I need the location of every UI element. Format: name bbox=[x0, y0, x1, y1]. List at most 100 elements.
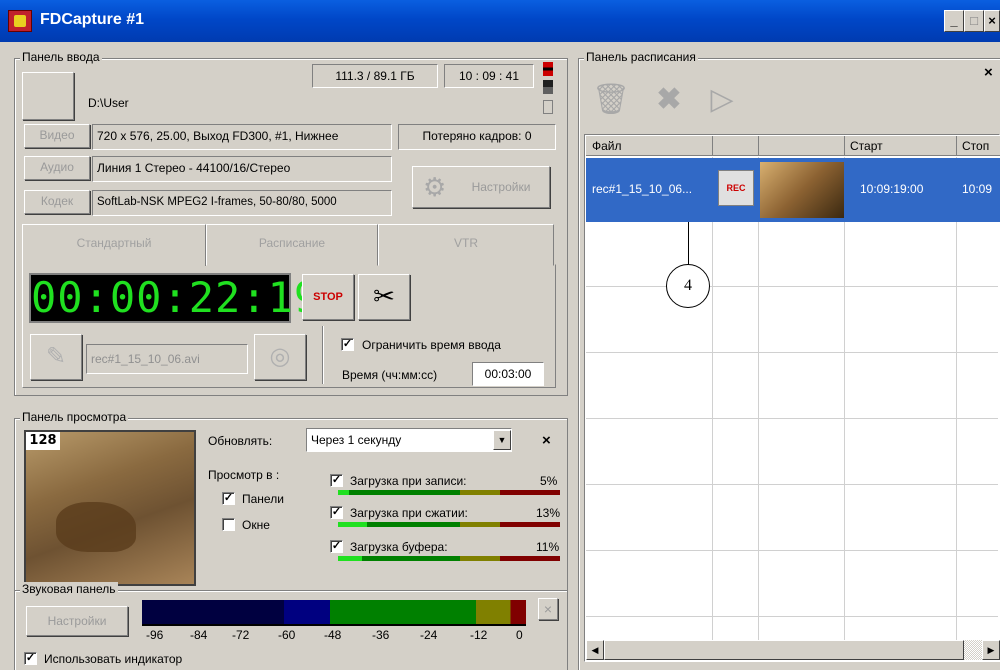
frame-number: 128 bbox=[26, 432, 60, 450]
settings-button[interactable]: ⚙ Настройки bbox=[412, 166, 550, 208]
panel-checkbox[interactable]: ✓ bbox=[222, 492, 235, 505]
grid-line bbox=[586, 484, 998, 485]
video-value: 720 x 576, 25.00, Выход FD300, #1, Нижне… bbox=[92, 124, 392, 150]
title-bar[interactable]: FDCapture #1 _ □ × bbox=[0, 0, 1000, 42]
close-icon[interactable]: × bbox=[984, 10, 1000, 32]
scroll-right-icon[interactable]: ▶ bbox=[982, 640, 1000, 660]
grid-line bbox=[586, 352, 998, 353]
scale-label: -36 bbox=[372, 628, 390, 642]
preview-thumbnail: 128 bbox=[24, 430, 196, 586]
load-buffer-fill bbox=[338, 556, 363, 561]
play-arrow-icon[interactable]: ▷ bbox=[702, 80, 742, 120]
row-stop: 10:09 bbox=[962, 182, 993, 196]
window-option: Окне bbox=[242, 518, 270, 532]
video-button[interactable]: Видео bbox=[24, 124, 90, 148]
load-record-pct: 5% bbox=[540, 474, 558, 488]
grid-line bbox=[758, 157, 759, 640]
col-start[interactable]: Старт bbox=[850, 139, 883, 153]
audio-panel-label: Звуковая панель bbox=[20, 582, 118, 596]
lion-shape bbox=[56, 502, 136, 552]
col-stop[interactable]: Стоп bbox=[962, 139, 989, 153]
load-buffer-meter bbox=[338, 556, 560, 561]
load-record-fill bbox=[338, 490, 350, 495]
camera-stop-icon[interactable]: STOP bbox=[302, 274, 354, 320]
panel-option: Панели bbox=[242, 492, 284, 506]
audio-level-meter bbox=[142, 600, 526, 624]
status-led-icon bbox=[543, 62, 553, 76]
delete-x-icon[interactable]: ✖ bbox=[642, 80, 696, 120]
close-preview-icon[interactable]: × bbox=[542, 432, 551, 449]
load-buffer-pct: 11% bbox=[536, 540, 560, 554]
load-compress-checkbox[interactable]: ✓ bbox=[330, 506, 343, 519]
camera-rec-icon[interactable]: ◎ bbox=[254, 334, 306, 380]
grid-line bbox=[844, 157, 845, 640]
preview-panel-label: Панель просмотра bbox=[20, 410, 129, 424]
grid-line bbox=[586, 616, 998, 617]
disk-space: 111.3 / 89.1 ГБ bbox=[312, 64, 438, 88]
rec-camera-icon: REC bbox=[718, 170, 754, 206]
audio-settings-button[interactable]: Настройки bbox=[26, 606, 128, 636]
header-separator bbox=[844, 136, 845, 156]
close-audio-icon[interactable]: × bbox=[538, 598, 558, 620]
header-separator bbox=[758, 136, 759, 156]
update-value: Через 1 секунду bbox=[311, 433, 402, 447]
horizontal-scrollbar[interactable]: ◀ ▶ bbox=[586, 640, 1000, 660]
window-title: FDCapture #1 bbox=[40, 11, 145, 28]
schedule-panel-label: Панель расписания bbox=[584, 50, 698, 64]
divider bbox=[322, 326, 323, 384]
time-input[interactable]: 00:03:00 bbox=[472, 362, 544, 386]
use-indicator-label: Использовать индикатор bbox=[44, 652, 183, 666]
update-select[interactable]: Через 1 секунду ▼ bbox=[306, 428, 512, 452]
close-schedule-icon[interactable]: × bbox=[984, 64, 993, 81]
scale-label: -84 bbox=[190, 628, 208, 642]
minimize-icon[interactable]: _ bbox=[944, 10, 964, 32]
tab-schedule[interactable]: Расписание bbox=[206, 224, 378, 266]
use-indicator-checkbox[interactable]: ✓ bbox=[24, 652, 37, 665]
audio-value: Линия 1 Стерео - 44100/16/Стерео bbox=[92, 156, 392, 182]
scroll-thumb[interactable] bbox=[604, 640, 964, 660]
grid-line bbox=[586, 286, 998, 287]
load-compress-label: Загрузка при сжатии: bbox=[350, 506, 468, 520]
limit-checkbox[interactable]: ✓ bbox=[341, 338, 354, 351]
chevron-down-icon[interactable]: ▼ bbox=[493, 430, 511, 450]
load-buffer-label: Загрузка буфера: bbox=[350, 540, 448, 554]
path-text: D:\User bbox=[88, 96, 129, 110]
grid-line bbox=[712, 157, 713, 640]
trash-icon[interactable]: 🗑 bbox=[586, 80, 636, 120]
scale-label: 0 bbox=[516, 628, 523, 642]
callout-badge: 4 bbox=[666, 264, 710, 308]
audio-button[interactable]: Аудио bbox=[24, 156, 90, 180]
scale-label: -24 bbox=[420, 628, 438, 642]
header-separator bbox=[956, 136, 957, 156]
load-record-checkbox[interactable]: ✓ bbox=[330, 474, 343, 487]
status-led-icon bbox=[543, 100, 553, 114]
folder-icon[interactable]: ✎ bbox=[30, 334, 82, 380]
tab-standard[interactable]: Стандартный bbox=[22, 224, 206, 266]
maximize-icon[interactable]: □ bbox=[964, 10, 984, 32]
settings-icon: ⚙ bbox=[423, 172, 447, 202]
codec-button[interactable]: Кодек bbox=[24, 190, 90, 214]
window-checkbox[interactable] bbox=[222, 518, 235, 531]
tab-vtr[interactable]: VTR bbox=[378, 224, 554, 266]
scale-label: -60 bbox=[278, 628, 296, 642]
load-compress-pct: 13% bbox=[536, 506, 561, 520]
scissors-icon[interactable]: ✂ bbox=[358, 274, 410, 320]
row-file: rec#1_15_10_06... bbox=[592, 182, 693, 196]
settings-label: Настройки bbox=[471, 180, 531, 194]
row-start: 10:09:19:00 bbox=[860, 182, 924, 196]
lion-thumbnail bbox=[760, 162, 844, 218]
view-in-label: Просмотр в : bbox=[208, 468, 280, 482]
scroll-left-icon[interactable]: ◀ bbox=[586, 640, 604, 660]
load-record-label: Загрузка при записи: bbox=[350, 474, 467, 488]
load-compress-meter bbox=[338, 522, 560, 527]
table-row[interactable]: rec#1_15_10_06... REC 10:09:19:00 10:09 bbox=[586, 158, 1000, 222]
filename-field[interactable]: rec#1_15_10_06.avi bbox=[86, 344, 248, 374]
load-buffer-checkbox[interactable]: ✓ bbox=[330, 540, 343, 553]
grid-line bbox=[956, 157, 957, 640]
load-record-meter bbox=[338, 490, 560, 495]
fdcapture-window: FDCapture #1 _ □ × Панель ввода D:\User … bbox=[0, 0, 1000, 670]
timecode-display: 00:00:22:19 bbox=[29, 273, 321, 323]
col-file[interactable]: Файл bbox=[592, 139, 622, 153]
codec-value: SoftLab-NSK MPEG2 I-frames, 50-80/80, 50… bbox=[92, 190, 392, 216]
source-button[interactable] bbox=[22, 72, 74, 120]
